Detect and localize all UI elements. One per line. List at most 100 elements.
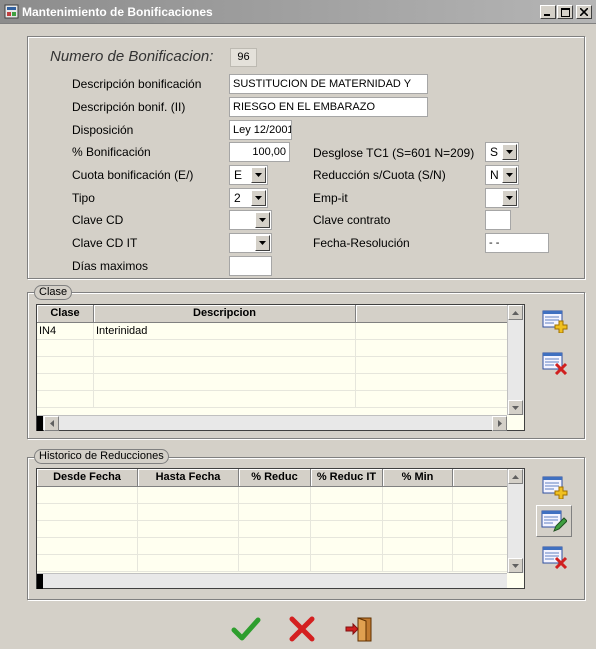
minimize-button[interactable] bbox=[540, 5, 556, 19]
column-header-pct-min[interactable]: % Min bbox=[383, 469, 453, 486]
chevron-down-icon[interactable] bbox=[251, 190, 266, 206]
cuota-select-value: E bbox=[234, 168, 243, 182]
cancel-button[interactable] bbox=[286, 614, 318, 644]
table-row[interactable]: IN4 Interinidad bbox=[37, 323, 524, 340]
dias-field[interactable] bbox=[229, 256, 272, 276]
descripcion-field[interactable]: SUSTITUCION DE MATERNIDAD Y bbox=[229, 74, 428, 94]
fecha-resolucion-label: Fecha-Resolución bbox=[313, 236, 410, 250]
tipo-select[interactable]: 2 bbox=[229, 188, 268, 208]
minimize-icon bbox=[544, 14, 550, 16]
historico-vertical-scrollbar[interactable] bbox=[507, 469, 524, 573]
cell-descripcion: Interinidad bbox=[94, 323, 356, 339]
add-record-icon bbox=[542, 310, 568, 333]
window-title: Mantenimiento de Bonificaciones bbox=[22, 5, 213, 19]
historico-grid[interactable]: Desde Fecha Hasta Fecha % Reduc % Reduc … bbox=[36, 468, 525, 589]
pct-bonificacion-field[interactable]: 100,00 bbox=[229, 142, 290, 162]
historico-grid-header: Desde Fecha Hasta Fecha % Reduc % Reduc … bbox=[37, 469, 524, 487]
chevron-down-icon[interactable] bbox=[502, 144, 517, 160]
exit-button[interactable] bbox=[343, 614, 375, 644]
descripcion-label: Descripción bonificación bbox=[72, 77, 202, 91]
empit-label: Emp-it bbox=[313, 191, 348, 205]
disposicion-label: Disposición bbox=[72, 123, 134, 137]
clave-cd-it-label: Clave CD IT bbox=[72, 236, 138, 250]
scroll-up-button[interactable] bbox=[508, 305, 523, 320]
disposicion-field[interactable]: Ley 12/2001 bbox=[229, 120, 292, 140]
scroll-up-button[interactable] bbox=[508, 469, 523, 484]
tipo-label: Tipo bbox=[72, 191, 95, 205]
table-row[interactable] bbox=[37, 555, 524, 572]
desglose-select[interactable]: S bbox=[485, 142, 519, 162]
desglose-label: Desglose TC1 (S=601 N=209) bbox=[313, 146, 475, 160]
descripcion2-label: Descripción bonif. (II) bbox=[72, 100, 186, 114]
descripcion2-field[interactable]: RIESGO EN EL EMBARAZO bbox=[229, 97, 428, 117]
column-header-empty bbox=[356, 305, 508, 322]
numero-value: 96 bbox=[230, 48, 257, 67]
column-header-clase[interactable]: Clase bbox=[37, 305, 94, 322]
clave-cd-select[interactable] bbox=[229, 210, 272, 230]
accept-button[interactable] bbox=[230, 614, 262, 644]
clase-grid[interactable]: Clase Descripcion IN4 Interinidad bbox=[36, 304, 525, 431]
column-header-pct-reduc-it[interactable]: % Reduc IT bbox=[311, 469, 383, 486]
tipo-select-value: 2 bbox=[234, 191, 241, 205]
table-row[interactable] bbox=[37, 340, 524, 357]
column-header-pct-reduc[interactable]: % Reduc bbox=[239, 469, 311, 486]
column-header-desde-fecha[interactable]: Desde Fecha bbox=[37, 469, 138, 486]
cuota-label: Cuota bonificación (E/) bbox=[72, 168, 194, 182]
chevron-down-icon[interactable] bbox=[255, 235, 270, 251]
reduccion-select[interactable]: N bbox=[485, 165, 519, 185]
reduccion-select-value: N bbox=[490, 168, 499, 182]
app-icon bbox=[4, 4, 19, 19]
clase-grid-header: Clase Descripcion bbox=[37, 305, 524, 323]
exit-door-icon bbox=[345, 617, 372, 642]
clase-horizontal-scrollbar[interactable] bbox=[37, 415, 507, 431]
column-header-hasta-fecha[interactable]: Hasta Fecha bbox=[138, 469, 239, 486]
chevron-down-icon[interactable] bbox=[502, 167, 517, 183]
desglose-select-value: S bbox=[490, 145, 499, 159]
maximize-button[interactable] bbox=[557, 5, 573, 19]
historico-horizontal-scrollbar[interactable] bbox=[37, 573, 507, 589]
empit-select[interactable] bbox=[485, 188, 519, 208]
row-indicator bbox=[37, 416, 43, 431]
table-row[interactable] bbox=[37, 391, 524, 408]
scroll-right-button[interactable] bbox=[492, 416, 507, 431]
column-header-empty bbox=[453, 469, 508, 486]
scroll-down-button[interactable] bbox=[508, 400, 523, 415]
delete-record-icon bbox=[542, 546, 568, 569]
close-button[interactable] bbox=[576, 5, 592, 19]
clave-contrato-label: Clave contrato bbox=[313, 213, 391, 227]
clave-cd-label: Clave CD bbox=[72, 213, 124, 227]
chevron-down-icon[interactable] bbox=[255, 212, 270, 228]
cell-clase: IN4 bbox=[37, 323, 94, 339]
cancel-x-icon bbox=[289, 616, 315, 642]
table-row[interactable] bbox=[37, 538, 524, 555]
chevron-down-icon[interactable] bbox=[251, 167, 266, 183]
historico-edit-button[interactable] bbox=[536, 505, 572, 537]
scroll-down-button[interactable] bbox=[508, 558, 523, 573]
row-indicator bbox=[37, 574, 43, 589]
column-header-descripcion[interactable]: Descripcion bbox=[94, 305, 356, 322]
clave-contrato-field[interactable] bbox=[485, 210, 511, 230]
table-row[interactable] bbox=[37, 521, 524, 538]
reduccion-label: Reducción s/Cuota (S/N) bbox=[313, 168, 446, 182]
chevron-down-icon[interactable] bbox=[502, 190, 517, 206]
table-row[interactable] bbox=[37, 487, 524, 504]
table-row[interactable] bbox=[37, 357, 524, 374]
historico-add-button[interactable] bbox=[539, 472, 571, 502]
maximize-icon bbox=[560, 7, 570, 17]
cell-empty bbox=[356, 323, 508, 339]
title-bar: Mantenimiento de Bonificaciones bbox=[0, 0, 596, 24]
cuota-select[interactable]: E bbox=[229, 165, 268, 185]
table-row[interactable] bbox=[37, 374, 524, 391]
scroll-left-button[interactable] bbox=[44, 416, 59, 431]
clave-cd-it-select[interactable] bbox=[229, 233, 272, 253]
clase-vertical-scrollbar[interactable] bbox=[507, 305, 524, 415]
historico-delete-button[interactable] bbox=[539, 542, 571, 572]
fecha-resolucion-field[interactable]: - - bbox=[485, 233, 549, 253]
numero-label: Numero de Bonificacion: bbox=[50, 48, 214, 65]
clase-group-caption: Clase bbox=[34, 285, 73, 300]
table-row[interactable] bbox=[37, 504, 524, 521]
historico-group-caption: Historico de Reducciones bbox=[34, 449, 169, 464]
clase-delete-button[interactable] bbox=[539, 348, 571, 378]
edit-record-icon bbox=[541, 510, 567, 532]
clase-add-button[interactable] bbox=[539, 306, 571, 336]
